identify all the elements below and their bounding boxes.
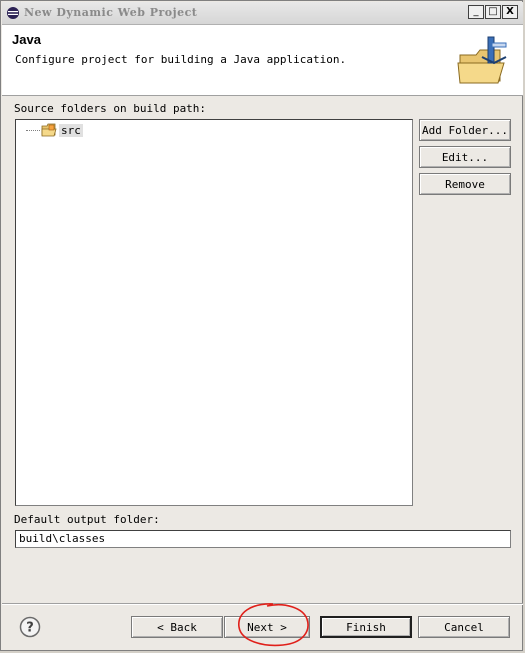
help-icon[interactable]: ? (19, 616, 41, 638)
page-description: Configure project for building a Java ap… (15, 53, 347, 66)
minimize-button[interactable]: _ (468, 5, 484, 19)
add-folder-button[interactable]: Add Folder... (419, 119, 511, 141)
tree-connector (26, 129, 40, 131)
svg-text:?: ? (26, 621, 34, 636)
java-folder-wizard-icon (457, 36, 507, 84)
source-folders-tree[interactable]: src (15, 119, 413, 506)
output-folder-label: Default output folder: (14, 513, 160, 526)
tree-item-src[interactable]: src (26, 122, 83, 138)
maximize-button[interactable]: □ (485, 5, 501, 19)
wizard-header: Java Configure project for building a Ja… (2, 25, 523, 96)
finish-button[interactable]: Finish (320, 616, 412, 638)
next-button[interactable]: Next > (224, 616, 310, 638)
back-button[interactable]: < Back (131, 616, 223, 638)
output-folder-field[interactable]: build\classes (15, 530, 511, 548)
edit-button[interactable]: Edit... (419, 146, 511, 168)
footer-separator (2, 603, 523, 605)
close-button[interactable]: X (502, 5, 518, 19)
remove-button[interactable]: Remove (419, 173, 511, 195)
source-folder-icon (41, 123, 57, 137)
eclipse-icon (7, 7, 19, 19)
source-folders-label: Source folders on build path: (14, 102, 207, 115)
dialog-window: New Dynamic Web Project _ □ X Java Confi… (0, 0, 523, 651)
tree-item-label: src (59, 123, 83, 137)
window-title: New Dynamic Web Project (24, 6, 198, 19)
title-bar[interactable]: New Dynamic Web Project _ □ X (2, 2, 523, 25)
page-title: Java (12, 32, 41, 47)
cancel-button[interactable]: Cancel (418, 616, 510, 638)
